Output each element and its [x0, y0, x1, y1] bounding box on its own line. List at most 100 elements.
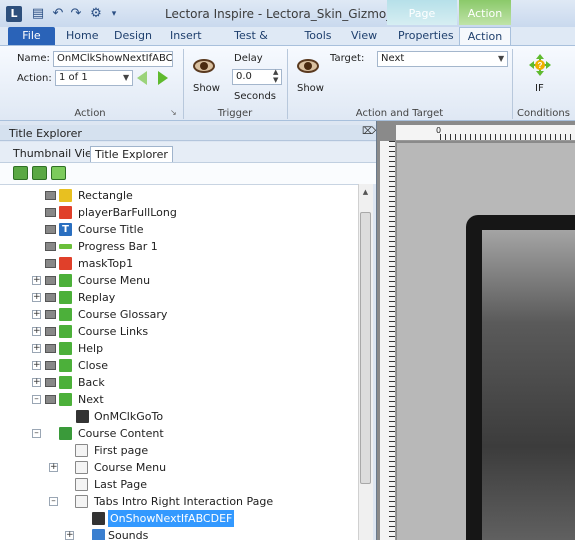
collapse-icon[interactable]: – — [49, 497, 58, 506]
expand-icon[interactable]: + — [65, 531, 74, 540]
expand-icon[interactable]: + — [32, 327, 41, 336]
visibility-toggle-icon[interactable] — [45, 395, 56, 404]
tree-item[interactable]: + Back — [0, 374, 358, 391]
save-icon[interactable]: ▤ — [30, 6, 46, 22]
stepper-arrows-icon[interactable]: ▲ ▼ — [273, 68, 278, 84]
tree-item[interactable]: Progress Bar 1 — [0, 238, 358, 255]
tab-design[interactable]: Design — [114, 27, 152, 45]
chevron-down-icon[interactable]: ▼ — [123, 73, 129, 82]
tree-item[interactable]: maskTop1 — [0, 255, 358, 272]
visibility-toggle-icon[interactable] — [45, 327, 56, 336]
tree-item[interactable]: + Help — [0, 340, 358, 357]
collapse-all-icon[interactable] — [32, 166, 47, 180]
button-icon — [59, 291, 72, 304]
scrollbar-thumb[interactable] — [360, 212, 371, 484]
expand-icon[interactable]: + — [32, 344, 41, 353]
tab-test-survey[interactable]: Test & Survey — [220, 27, 282, 60]
folder-icon — [92, 529, 105, 540]
tab-action[interactable]: Action — [459, 27, 511, 45]
trigger-group-label: Trigger — [217, 108, 253, 119]
image-icon — [59, 257, 72, 270]
tree-item[interactable]: – Next — [0, 391, 358, 408]
tab-properties[interactable]: Properties — [398, 27, 454, 45]
selected-tree-item-label: OnShowNextIfABCDEF — [108, 510, 235, 527]
tree-item[interactable]: First page — [0, 442, 358, 459]
visibility-toggle-icon[interactable] — [45, 361, 56, 370]
target-select[interactable]: Next — [377, 51, 508, 67]
tree-item[interactable]: – Tabs Intro Right Interaction Page — [0, 493, 358, 510]
eye-icon[interactable] — [297, 59, 319, 73]
expand-icon[interactable]: + — [32, 361, 41, 370]
tree-item[interactable]: + Course Menu — [0, 459, 358, 476]
visibility-toggle-icon[interactable] — [45, 208, 56, 217]
next-action-arrow-icon[interactable] — [158, 71, 168, 85]
tab-insert[interactable]: Insert — [170, 27, 202, 45]
previous-action-arrow-icon[interactable] — [137, 71, 147, 85]
expand-icon[interactable]: + — [32, 293, 41, 302]
tree-item[interactable]: + Course Menu — [0, 272, 358, 289]
collapse-icon[interactable]: – — [32, 429, 41, 438]
app-logo-icon[interactable]: L — [6, 6, 22, 22]
tree-item[interactable]: – Course Content — [0, 425, 358, 442]
visibility-toggle-icon[interactable] — [45, 378, 56, 387]
expand-icon[interactable]: + — [49, 463, 58, 472]
collapse-icon[interactable]: – — [32, 395, 41, 404]
chevron-down-icon[interactable]: ▼ — [498, 54, 504, 63]
expand-all-icon[interactable] — [13, 166, 28, 180]
gear-icon[interactable]: ⚙ — [88, 6, 104, 22]
expand-icon[interactable]: + — [32, 310, 41, 319]
tree-item[interactable]: Rectangle — [0, 187, 358, 204]
eye-icon[interactable] — [193, 59, 215, 73]
expand-icon[interactable]: + — [32, 276, 41, 285]
add-item-icon[interactable] — [51, 166, 66, 180]
page-icon — [75, 444, 88, 457]
tree-item[interactable]: + Course Links — [0, 323, 358, 340]
shape-icon — [59, 189, 72, 202]
if-label[interactable]: IF — [535, 83, 544, 94]
window-title: Lectora Inspire - Lectora_Skin_Gizmo_1 — [165, 7, 400, 21]
tree-item[interactable]: + Sounds — [0, 527, 358, 540]
tab-view[interactable]: View — [351, 27, 377, 45]
tab-tools[interactable]: Tools — [304, 27, 332, 45]
visibility-toggle-icon[interactable] — [45, 276, 56, 285]
trigger-show-label[interactable]: Show — [193, 83, 220, 94]
tab-file[interactable]: File — [8, 27, 55, 45]
redo-icon[interactable]: ↷ — [68, 6, 84, 22]
if-condition-icon[interactable]: ? — [528, 53, 552, 77]
customize-qat-icon[interactable]: ▾ — [106, 6, 122, 22]
title-explorer-tree: Rectangle playerBarFullLong T Course Tit… — [0, 184, 358, 540]
tree-item[interactable]: OnShowNextIfABCDEF — [0, 510, 358, 527]
page-icon — [75, 478, 88, 491]
action-index-select[interactable]: 1 of 1 — [55, 70, 133, 86]
tab-title-explorer[interactable]: Title Explorer — [90, 146, 173, 162]
visibility-toggle-icon[interactable] — [45, 242, 56, 251]
visibility-toggle-icon[interactable] — [45, 344, 56, 353]
scroll-up-arrow-icon[interactable]: ▲ — [359, 185, 372, 199]
tree-item[interactable]: T Course Title — [0, 221, 358, 238]
tree-item[interactable]: OnMClkGoTo — [0, 408, 358, 425]
delay-label: Delay — [234, 53, 263, 64]
tab-home[interactable]: Home — [66, 27, 98, 45]
expand-icon[interactable]: + — [32, 378, 41, 387]
tree-item[interactable]: + Close — [0, 357, 358, 374]
tree-item[interactable]: Last Page — [0, 476, 358, 493]
action-label: Action: — [17, 73, 52, 84]
pin-icon[interactable]: ⌦ — [362, 126, 376, 137]
action-show-label[interactable]: Show — [297, 83, 324, 94]
dialog-launcher-icon[interactable]: ↘ — [170, 108, 177, 117]
action-name-field[interactable]: OnMClkShowNextIfABCDEF — [53, 51, 173, 67]
undo-icon[interactable]: ↶ — [50, 6, 66, 22]
visibility-toggle-icon[interactable] — [45, 293, 56, 302]
visibility-toggle-icon[interactable] — [45, 191, 56, 200]
button-icon — [59, 359, 72, 372]
visibility-toggle-icon[interactable] — [45, 225, 56, 234]
image-icon — [59, 206, 72, 219]
tree-item[interactable]: + Replay — [0, 289, 358, 306]
tree-item[interactable]: playerBarFullLong — [0, 204, 358, 221]
tree-item[interactable]: + Course Glossary — [0, 306, 358, 323]
page-icon — [75, 495, 88, 508]
visibility-toggle-icon[interactable] — [45, 310, 56, 319]
button-icon — [59, 342, 72, 355]
visibility-toggle-icon[interactable] — [45, 259, 56, 268]
page-icon — [75, 461, 88, 474]
